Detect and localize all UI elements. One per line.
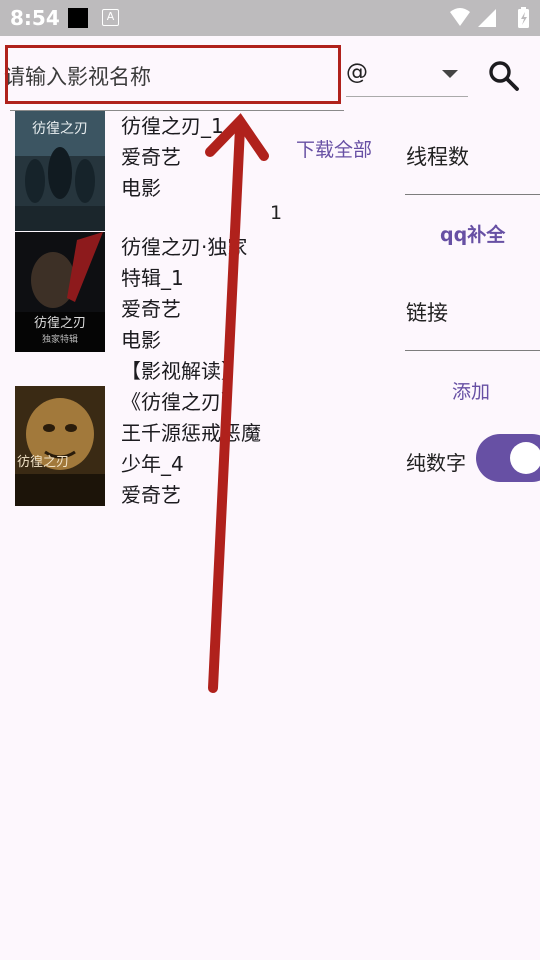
qq-complete-button[interactable]: qq补全 (440, 220, 505, 247)
search-input[interactable] (0, 47, 340, 107)
download-all-button[interactable]: 下载全部 (296, 135, 372, 162)
notification-icon (68, 8, 88, 28)
result-source: 爱奇艺 (121, 145, 181, 169)
count-value: 1 (270, 202, 283, 224)
result-title-line2: 特辑_1 (121, 266, 184, 290)
search-icon[interactable] (484, 56, 524, 96)
result-title-line4: 少年_4 (121, 452, 184, 476)
status-bar: 8:54 A (0, 0, 540, 36)
font-notification-icon: A (102, 9, 119, 26)
dropdown-underline (346, 96, 468, 97)
result-title-line1: 彷徨之刃·独家 (121, 235, 248, 259)
thread-count-field[interactable]: 线程数 (406, 141, 469, 171)
result-title-line2: 《彷徨之刃》 (121, 390, 241, 414)
add-button[interactable]: 添加 (452, 377, 490, 404)
thread-count-underline (405, 194, 540, 195)
source-dropdown[interactable]: @ (346, 58, 468, 97)
result-title: 彷徨之刃_1 (121, 114, 224, 138)
movie-poster: 彷徨之刃 独家特辑 (15, 232, 105, 352)
result-source: 爱奇艺 (121, 483, 181, 507)
result-text: 彷徨之刃·独家 特辑_1 爱奇艺 电影 (121, 232, 247, 356)
status-icons (450, 7, 529, 28)
poster-title: 彷徨之刃 (17, 454, 69, 470)
signal-icon (478, 9, 496, 27)
numbers-only-label: 纯数字 (406, 451, 466, 475)
numbers-only-toggle[interactable] (476, 434, 540, 482)
link-underline (405, 350, 540, 351)
result-type: 电影 (121, 176, 161, 200)
result-text: 【影视解读】 《彷徨之刃》 王千源惩戒恶魔 少年_4 爱奇艺 (121, 356, 261, 511)
movie-poster: 彷徨之刃 (15, 111, 105, 231)
poster-title: 彷徨之刃 (32, 121, 88, 137)
result-type: 电影 (121, 328, 161, 352)
link-field[interactable]: 链接 (406, 297, 448, 327)
poster-title: 彷徨之刃 (34, 315, 86, 331)
result-title-line1: 【影视解读】 (121, 359, 241, 383)
result-title-line3: 王千源惩戒恶魔 (121, 421, 261, 445)
dropdown-selected-value: @ (346, 60, 368, 85)
movie-poster: 彷徨之刃 (15, 386, 105, 506)
result-source: 爱奇艺 (121, 297, 181, 321)
wifi-icon (450, 8, 470, 26)
status-time: 8:54 (10, 6, 60, 30)
chevron-down-icon (442, 70, 458, 78)
result-text: 彷徨之刃_1 爱奇艺 电影 (121, 111, 224, 204)
poster-subtitle: 独家特辑 (42, 333, 78, 345)
toggle-knob (510, 442, 540, 474)
